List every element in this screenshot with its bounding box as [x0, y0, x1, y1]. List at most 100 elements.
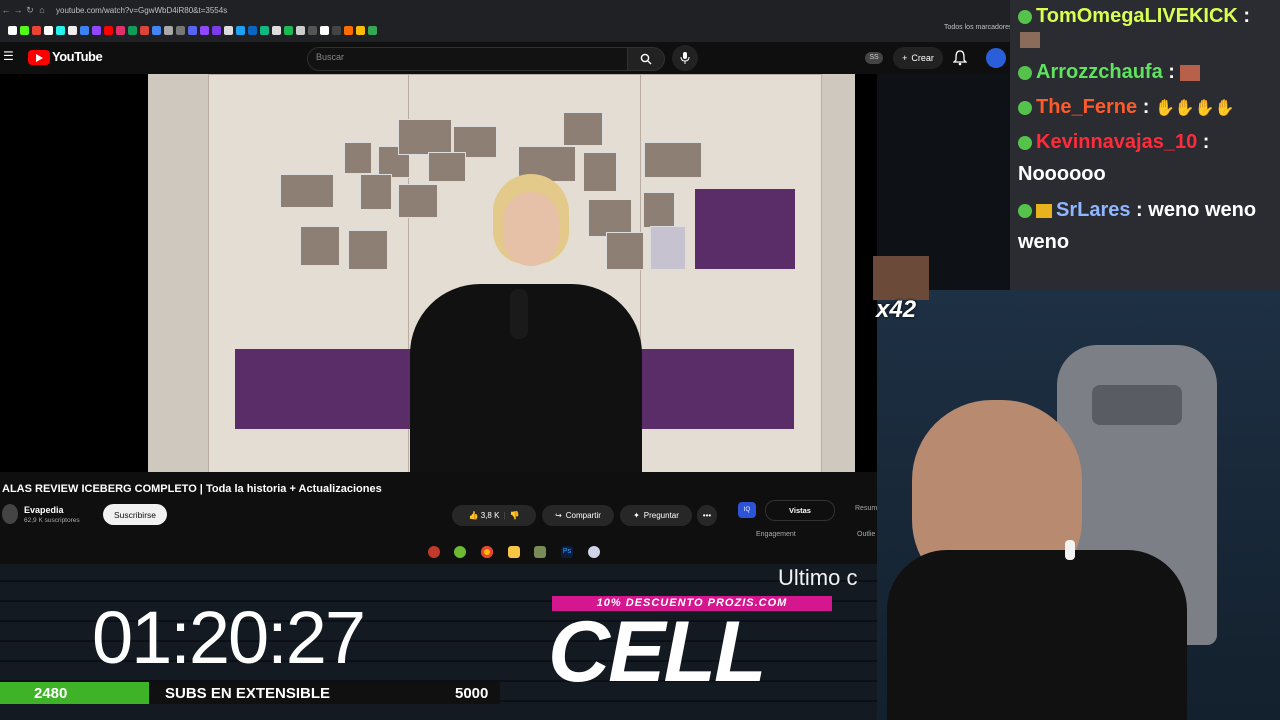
- bookmark-icon[interactable]: [68, 25, 77, 35]
- address-bar[interactable]: ← → ↻ ⌂ youtube.com/watch?v=GgwWbD4iR80&…: [0, 0, 1010, 20]
- thumbs-down-icon[interactable]: 👎: [510, 511, 520, 520]
- bookmark-icon[interactable]: [308, 25, 317, 35]
- bookmark-icon[interactable]: [236, 25, 245, 35]
- chat-message: TomOmegaLIVEKICK :: [1018, 5, 1250, 28]
- bookmark-icon[interactable]: [176, 25, 185, 35]
- bookmark-icon[interactable]: [224, 25, 233, 35]
- twitch-icon[interactable]: [92, 25, 101, 35]
- reload-icon[interactable]: ↻: [24, 5, 36, 16]
- twitch-icon[interactable]: [200, 25, 209, 35]
- chat-username[interactable]: Kevinnavajas_10: [1036, 131, 1197, 153]
- bookmark-icon[interactable]: [248, 25, 257, 35]
- instagram-icon[interactable]: [116, 25, 125, 35]
- video-player[interactable]: [148, 74, 855, 472]
- search-placeholder: Buscar: [316, 52, 345, 62]
- earbud: [1065, 540, 1075, 560]
- kick-icon[interactable]: [20, 25, 29, 35]
- bookmark-icon[interactable]: [320, 25, 329, 35]
- taskbar-app-icon[interactable]: [588, 546, 600, 558]
- channel-subscriber-count: 62,9 K suscriptores: [24, 517, 80, 524]
- person-face: [503, 192, 559, 266]
- wall-photo: [398, 119, 452, 155]
- user-badge-icon: [1018, 65, 1032, 80]
- youtube-logo-icon[interactable]: [28, 50, 50, 65]
- bookmark-icon[interactable]: [356, 25, 365, 35]
- chat-message: Arrozzchaufa :: [1018, 61, 1201, 84]
- iq-extension-icon[interactable]: IQ: [738, 502, 756, 518]
- tab-vistas[interactable]: Vistas: [765, 500, 835, 521]
- create-label: Crear: [911, 53, 934, 63]
- purple-drawer: [235, 349, 420, 429]
- share-label: Compartir: [565, 511, 601, 520]
- chat-panel: TomOmegaLIVEKICK : Arrozzchaufa : The_Fe…: [1010, 0, 1280, 290]
- bookmark-icon[interactable]: [8, 25, 17, 35]
- voice-search-button[interactable]: [672, 45, 698, 71]
- menu-icon[interactable]: ☰: [3, 49, 14, 63]
- youtube-logo-text[interactable]: YouTube: [52, 49, 103, 64]
- microphone: [510, 289, 528, 339]
- bookmark-icon[interactable]: [296, 25, 305, 35]
- url-text[interactable]: youtube.com/watch?v=GgwWbD4iR80&t=3554s: [56, 6, 227, 15]
- sparkle-icon: ✦: [633, 511, 640, 520]
- taskbar-app-icon[interactable]: [428, 546, 440, 558]
- emote-icon: [1180, 64, 1201, 81]
- chat-username[interactable]: SrLares: [1056, 199, 1131, 221]
- bookmark-icon[interactable]: [212, 25, 221, 35]
- discord-icon[interactable]: [188, 25, 197, 35]
- chat-message-text-continued: weno: [1018, 231, 1070, 253]
- taskbar-app-icon[interactable]: [534, 546, 546, 558]
- bookmark-icon[interactable]: [140, 25, 149, 35]
- wall-photo: [348, 230, 388, 270]
- notifications-bell-icon[interactable]: [953, 50, 967, 66]
- bookmark-icon[interactable]: [152, 25, 161, 35]
- spotify-icon[interactable]: [284, 25, 293, 35]
- more-actions-button[interactable]: •••: [697, 505, 717, 526]
- create-button[interactable]: + Crear: [893, 47, 943, 69]
- bookmark-icon[interactable]: [128, 25, 137, 35]
- bookmark-icon[interactable]: [260, 25, 269, 35]
- engagement-label: Engagement: [756, 531, 796, 538]
- chrome-icon[interactable]: [481, 546, 493, 558]
- gmail-icon[interactable]: [32, 25, 41, 35]
- taskbar-app-icon[interactable]: [454, 546, 466, 558]
- home-icon[interactable]: ⌂: [36, 5, 48, 15]
- user-badge-icon: [1018, 100, 1032, 115]
- x-icon[interactable]: [44, 25, 53, 35]
- forward-icon[interactable]: →: [12, 5, 24, 15]
- channel-avatar[interactable]: [2, 504, 18, 524]
- channel-name[interactable]: Evapedia: [24, 505, 64, 515]
- subscribe-button[interactable]: Suscribirse: [103, 504, 167, 525]
- bookmark-icon[interactable]: [80, 25, 89, 35]
- bookmark-icon[interactable]: [272, 25, 281, 35]
- file-explorer-icon[interactable]: [508, 546, 520, 558]
- wall-photo: [344, 142, 372, 174]
- wall-drawing: [650, 226, 686, 270]
- chat-username[interactable]: The_Ferne: [1036, 96, 1137, 118]
- streamer-webcam: [877, 290, 1280, 720]
- search-button[interactable]: [627, 47, 665, 71]
- chat-username[interactable]: Arrozzchaufa: [1036, 61, 1163, 83]
- ss-badge[interactable]: SS: [865, 52, 883, 64]
- photoshop-icon[interactable]: Ps: [561, 546, 573, 558]
- user-badge-icon: [1018, 135, 1032, 150]
- all-bookmarks-label[interactable]: Todos los marcadores: [944, 24, 1012, 31]
- player-letterbox-left: [0, 74, 148, 472]
- back-icon[interactable]: ←: [0, 5, 12, 15]
- bookmark-icon[interactable]: [164, 25, 173, 35]
- chat-username[interactable]: TomOmegaLIVEKICK: [1036, 5, 1238, 27]
- streamer-shirt: [887, 550, 1187, 720]
- bookmark-icon[interactable]: [368, 25, 377, 35]
- youtube-icon[interactable]: [104, 25, 113, 35]
- account-avatar[interactable]: [986, 48, 1006, 68]
- bookmark-icon[interactable]: [344, 25, 353, 35]
- ask-button[interactable]: ✦ Preguntar: [620, 505, 692, 526]
- share-button[interactable]: ↪ Compartir: [542, 505, 614, 526]
- tiktok-icon[interactable]: [56, 25, 65, 35]
- bookmark-icon[interactable]: [332, 25, 341, 35]
- chat-message: Kevinnavajas_10 :: [1018, 131, 1209, 154]
- tab-resumen[interactable]: Resum: [855, 505, 877, 512]
- like-button[interactable]: 👍 3,8 K: [469, 511, 500, 520]
- microphone-icon: [680, 52, 690, 64]
- search-input[interactable]: [307, 47, 629, 71]
- chat-message: The_Ferne : ✋✋✋✋: [1018, 96, 1235, 119]
